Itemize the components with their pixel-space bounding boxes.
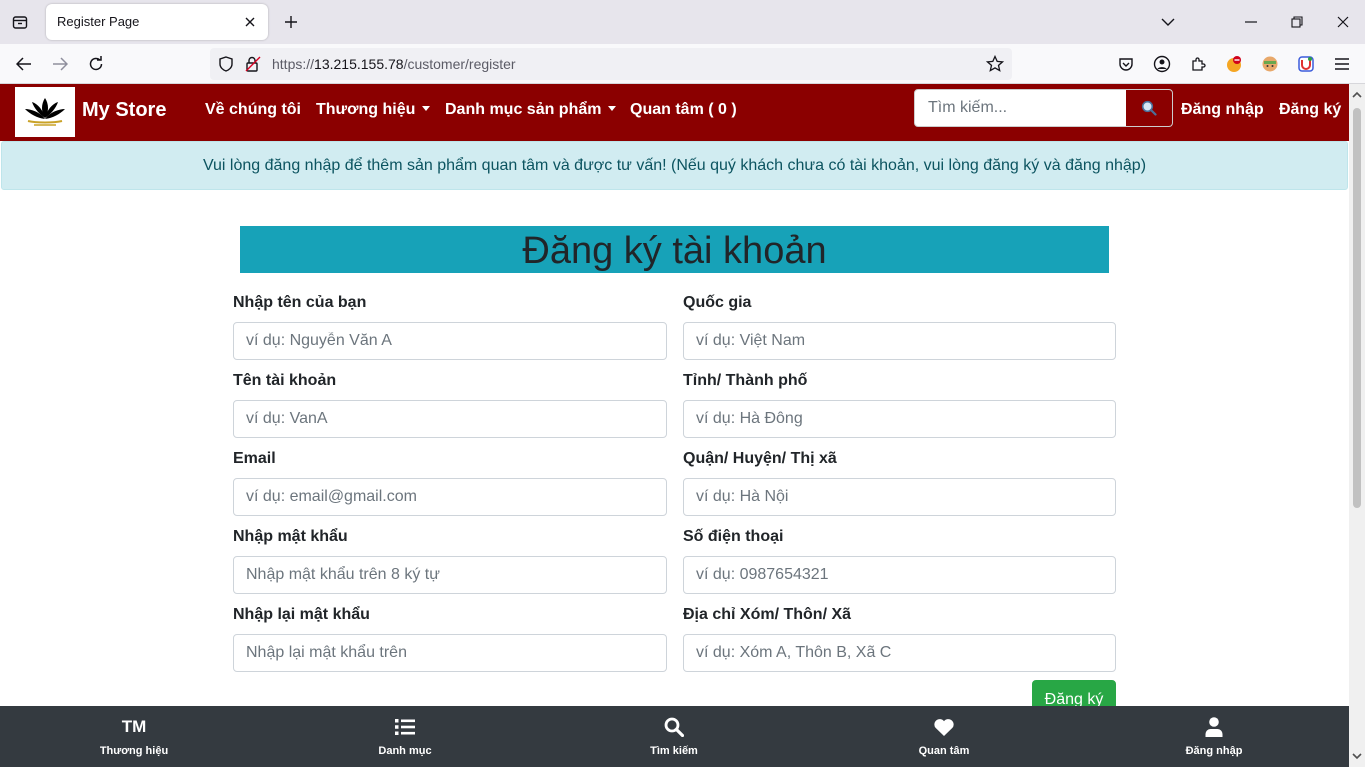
site-search-button[interactable] [1126, 90, 1172, 126]
phone-label: Số điện thoại [683, 528, 784, 545]
bottom-nav-wishlist[interactable]: Quan tâm [844, 706, 1044, 767]
password-input[interactable] [233, 556, 667, 594]
nav-categories-dropdown[interactable]: Danh mục sản phẩm [445, 101, 617, 119]
email-input[interactable] [233, 478, 667, 516]
address-bar[interactable]: https://13.215.155.78/customer/register [210, 48, 1012, 80]
url-text: https://13.215.155.78/customer/register [272, 56, 516, 72]
district-label: Quận/ Huyện/ Thị xã [683, 450, 837, 467]
url-host: 13.215.155.78 [314, 56, 404, 72]
district-input[interactable] [683, 478, 1116, 516]
page-title: Đăng ký tài khoản [522, 230, 827, 272]
bookmark-star-icon[interactable] [985, 54, 1005, 78]
site-search-input[interactable] [915, 90, 1127, 126]
tab-list-icon[interactable] [6, 8, 34, 36]
restore-icon[interactable] [1281, 6, 1313, 38]
phone-input[interactable] [683, 556, 1116, 594]
nav-brands-dropdown[interactable]: Thương hiệu [316, 101, 431, 119]
email-label: Email [233, 450, 276, 467]
browser-tab-active[interactable]: Register Page [46, 4, 268, 40]
search-icon [664, 716, 684, 738]
menu-hamburger-icon[interactable] [1328, 50, 1356, 78]
scrollbar-thumb[interactable] [1353, 108, 1361, 508]
bottom-nav-label: Tìm kiếm [650, 745, 698, 757]
confirm-password-input[interactable] [233, 634, 667, 672]
minimize-icon[interactable] [1235, 6, 1267, 38]
full-name-input[interactable] [233, 322, 667, 360]
bottom-nav-search[interactable]: Tìm kiếm [574, 706, 774, 767]
register-title-banner: Đăng ký tài khoản [240, 226, 1109, 273]
address-label: Địa chỉ Xóm/ Thôn/ Xã [683, 606, 852, 623]
nav-about-link[interactable]: Về chúng tôi [205, 101, 301, 119]
bottom-nav-label: Danh mục [378, 745, 432, 757]
password-label: Nhập mật khẩu [233, 528, 348, 545]
country-label: Quốc gia [683, 294, 752, 311]
browser-tab-bar: Register Page [0, 0, 1365, 44]
heart-icon [933, 716, 955, 738]
tm-icon: TM [121, 717, 147, 736]
bottom-nav-login[interactable]: Đăng nhập [1114, 706, 1314, 767]
tab-overflow-chevron-icon[interactable] [1152, 6, 1184, 38]
page-scrollbar[interactable] [1349, 84, 1365, 767]
country-input[interactable] [683, 322, 1116, 360]
lock-warning-icon[interactable] [244, 55, 262, 78]
bottom-nav-brands[interactable]: TM Thương hiệu [34, 706, 234, 767]
full-name-label: Nhập tên của bạn [233, 294, 367, 311]
forward-arrow-icon[interactable] [46, 50, 74, 78]
nav-brands-label: Thương hiệu [316, 101, 416, 118]
site-navbar: My Store Về chúng tôi Thương hiệu Danh m… [0, 84, 1349, 141]
url-path: /customer/register [403, 56, 516, 72]
tab-title: Register Page [57, 14, 140, 29]
new-tab-icon[interactable] [278, 9, 304, 35]
province-label: Tỉnh/ Thành phố [683, 372, 808, 389]
back-arrow-icon[interactable] [10, 50, 38, 78]
reload-icon[interactable] [82, 50, 110, 78]
nav-categories-label: Danh mục sản phẩm [445, 101, 602, 118]
caret-down-icon [608, 106, 617, 111]
bottom-nav-label: Thương hiệu [99, 745, 169, 757]
alert-text: Vui lòng đăng nhập để thêm sản phẩm quan… [202, 157, 1147, 174]
extension-face-icon[interactable] [1256, 50, 1284, 78]
browser-toolbar: https://13.215.155.78/customer/register [0, 44, 1365, 84]
list-icon [395, 716, 415, 738]
lotus-logo[interactable] [15, 87, 75, 137]
url-scheme: https:// [272, 56, 315, 72]
extension-colorful-icon[interactable] [1292, 50, 1320, 78]
nav-register-link[interactable]: Đăng ký [1279, 101, 1341, 119]
bottom-nav-label: Quan tâm [918, 745, 970, 757]
bottom-nav-bar: TM Thương hiệu Danh mục Tìm kiếm Quan tâ… [0, 706, 1349, 767]
scroll-down-arrow-icon[interactable] [1352, 751, 1362, 761]
site-search-form [914, 89, 1173, 127]
extension-red-icon[interactable] [1220, 50, 1248, 78]
window-close-icon[interactable] [1327, 6, 1359, 38]
scroll-up-arrow-icon[interactable] [1352, 90, 1362, 100]
shield-icon[interactable] [218, 56, 234, 77]
nav-login-link[interactable]: Đăng nhập [1181, 101, 1264, 119]
page-viewport: My Store Về chúng tôi Thương hiệu Danh m… [0, 84, 1349, 767]
close-tab-icon[interactable] [240, 12, 260, 32]
province-input[interactable] [683, 400, 1116, 438]
address-input[interactable] [683, 634, 1116, 672]
account-icon[interactable] [1148, 50, 1176, 78]
user-icon [1205, 716, 1223, 738]
caret-down-icon [422, 106, 431, 111]
brand-name[interactable]: My Store [82, 99, 166, 122]
login-alert: Vui lòng đăng nhập để thêm sản phẩm quan… [1, 141, 1348, 190]
bottom-nav-label: Đăng nhập [1185, 745, 1243, 757]
extensions-puzzle-icon[interactable] [1184, 50, 1212, 78]
nav-wishlist-link[interactable]: Quan tâm ( 0 ) [630, 101, 737, 119]
bottom-nav-categories[interactable]: Danh mục [305, 706, 505, 767]
search-icon [1141, 100, 1157, 116]
confirm-password-label: Nhập lại mật khẩu [233, 606, 370, 623]
username-input[interactable] [233, 400, 667, 438]
username-label: Tên tài khoản [233, 372, 337, 389]
pocket-icon[interactable] [1112, 50, 1140, 78]
